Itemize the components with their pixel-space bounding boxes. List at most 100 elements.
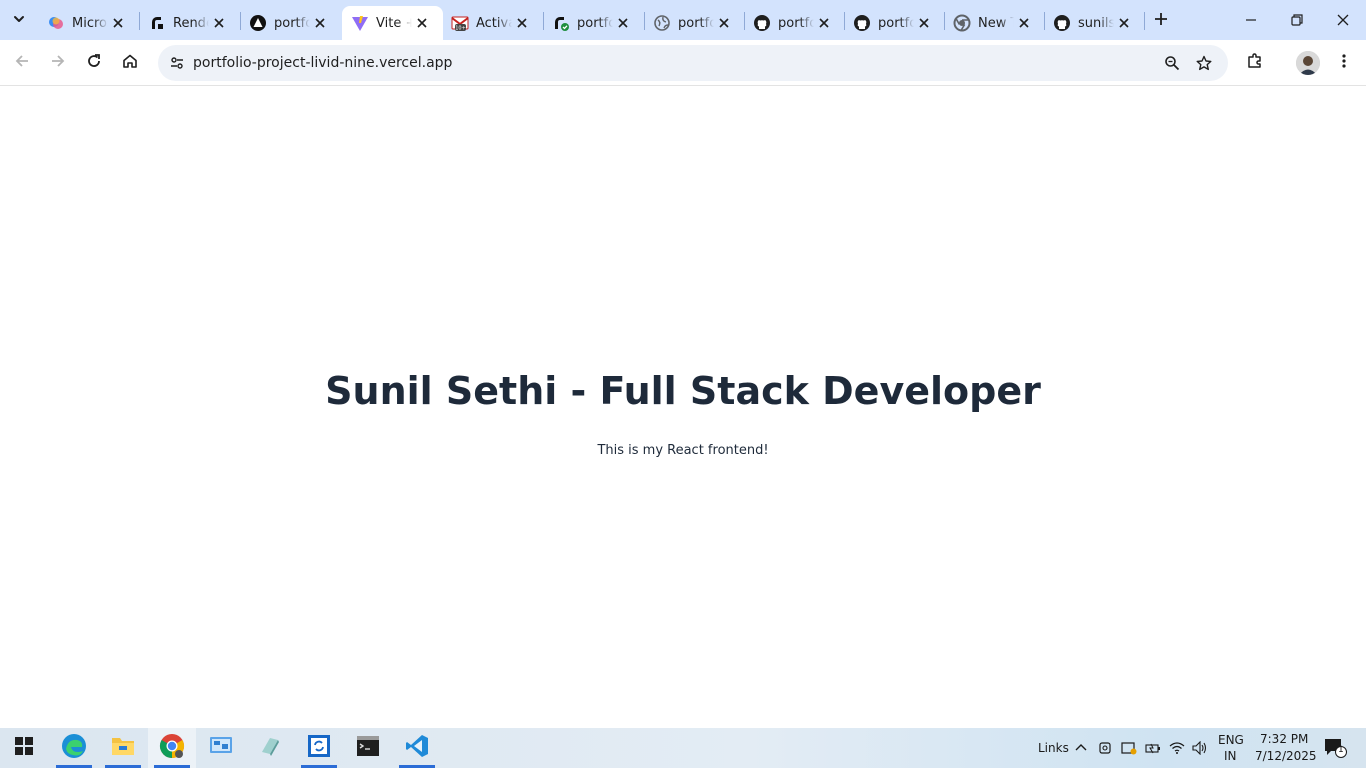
taskbar-chrome[interactable] bbox=[148, 728, 196, 768]
tab-title: Activate bbox=[476, 15, 512, 31]
close-window-button[interactable] bbox=[1320, 0, 1366, 40]
arrow-right-icon bbox=[50, 53, 66, 73]
site-info-icon[interactable] bbox=[164, 50, 190, 76]
battery-icon[interactable] bbox=[1143, 738, 1163, 758]
windows-logo-icon bbox=[15, 737, 33, 759]
profile-avatar[interactable] bbox=[1296, 51, 1320, 75]
close-icon[interactable] bbox=[1014, 13, 1034, 33]
tab[interactable]: 10+ Activate bbox=[442, 6, 543, 40]
browser-toolbar: portfolio-project-livid-nine.vercel.app bbox=[0, 40, 1366, 86]
minimize-button[interactable] bbox=[1228, 0, 1274, 40]
taskbar-vscode[interactable] bbox=[393, 728, 441, 768]
vscode-icon bbox=[405, 734, 429, 762]
notification-count: 1 bbox=[1338, 745, 1344, 755]
close-icon[interactable] bbox=[914, 13, 934, 33]
vercel-check-icon bbox=[552, 14, 570, 32]
close-icon[interactable] bbox=[512, 13, 532, 33]
chrome-icon bbox=[159, 733, 185, 763]
tab[interactable]: sunilsethi bbox=[1044, 6, 1145, 40]
github-icon bbox=[1053, 14, 1071, 32]
chevron-down-icon bbox=[12, 11, 26, 30]
menu-button[interactable] bbox=[1330, 49, 1358, 77]
back-button[interactable] bbox=[8, 49, 36, 77]
tab[interactable]: Render bbox=[139, 6, 240, 40]
clock-date[interactable]: 7/12/2025 bbox=[1255, 749, 1317, 763]
close-icon[interactable] bbox=[613, 13, 633, 33]
taskbar-app[interactable] bbox=[295, 728, 343, 768]
notepad-icon bbox=[258, 734, 282, 762]
reload-button[interactable] bbox=[80, 49, 108, 77]
tab-title: Render bbox=[173, 15, 209, 31]
arrow-left-icon bbox=[14, 53, 30, 73]
tab-title: Microsoft Copilot bbox=[72, 15, 108, 31]
chrome-icon bbox=[953, 14, 971, 32]
taskbar-control-panel[interactable] bbox=[197, 728, 245, 768]
meet-now-icon[interactable] bbox=[1095, 738, 1115, 758]
kebab-menu-icon bbox=[1336, 53, 1352, 73]
language-indicator[interactable]: ENG bbox=[1218, 733, 1244, 747]
tab-active[interactable]: Vite + React bbox=[342, 6, 443, 40]
wifi-icon[interactable] bbox=[1167, 738, 1187, 758]
taskbar-file-explorer[interactable] bbox=[99, 728, 147, 768]
tab[interactable]: New Tab bbox=[944, 6, 1045, 40]
tab[interactable]: portfolio bbox=[240, 6, 341, 40]
triangle-logo-icon bbox=[249, 14, 267, 32]
notification-center-icon[interactable]: 1 bbox=[1323, 737, 1347, 759]
terminal-icon bbox=[356, 735, 380, 761]
tab[interactable]: portfolio bbox=[644, 6, 745, 40]
address-bar[interactable]: portfolio-project-livid-nine.vercel.app bbox=[158, 45, 1228, 81]
control-panel-icon bbox=[209, 735, 233, 761]
tab-title: portfolio bbox=[274, 15, 310, 31]
plus-icon bbox=[1154, 11, 1168, 30]
tab-strip: Microsoft Copilot Render portfolio Vite … bbox=[0, 0, 1366, 40]
close-icon[interactable] bbox=[714, 13, 734, 33]
github-icon bbox=[753, 14, 771, 32]
taskbar-edge[interactable] bbox=[50, 728, 98, 768]
windows-taskbar: Links ENG IN 7:32 PM 7/12/2025 1 bbox=[0, 728, 1366, 768]
language-region[interactable]: IN bbox=[1224, 749, 1237, 763]
tab[interactable]: portfolio bbox=[844, 6, 945, 40]
page-subtext: This is my React frontend! bbox=[597, 443, 769, 458]
taskbar-terminal[interactable] bbox=[344, 728, 392, 768]
home-button[interactable] bbox=[116, 49, 144, 77]
close-icon[interactable] bbox=[209, 13, 229, 33]
close-icon[interactable] bbox=[108, 13, 128, 33]
bookmark-star-icon[interactable] bbox=[1191, 50, 1217, 76]
reload-icon bbox=[86, 53, 102, 73]
zoom-icon[interactable] bbox=[1159, 50, 1185, 76]
taskbar-app[interactable] bbox=[246, 728, 294, 768]
tab[interactable]: portfolio bbox=[744, 6, 845, 40]
render-icon bbox=[148, 14, 166, 32]
close-icon[interactable] bbox=[412, 13, 432, 33]
tab[interactable]: portfolio bbox=[543, 6, 644, 40]
globe-icon bbox=[653, 14, 671, 32]
close-icon[interactable] bbox=[1114, 13, 1134, 33]
url-text[interactable]: portfolio-project-livid-nine.vercel.app bbox=[193, 45, 452, 81]
tab-separator bbox=[1144, 12, 1145, 30]
close-icon[interactable] bbox=[814, 13, 834, 33]
tab-title: New Tab bbox=[978, 15, 1014, 31]
start-button[interactable] bbox=[0, 728, 48, 768]
page-content: Sunil Sethi - Full Stack Developer This … bbox=[0, 87, 1366, 728]
restore-button[interactable] bbox=[1274, 0, 1320, 40]
new-tab-button[interactable] bbox=[1150, 9, 1172, 31]
sync-app-icon bbox=[307, 734, 331, 762]
tab-title: portfolio bbox=[878, 15, 914, 31]
edge-icon bbox=[61, 733, 87, 763]
update-icon[interactable] bbox=[1119, 738, 1139, 758]
chevron-up-icon[interactable] bbox=[1071, 738, 1091, 758]
close-icon[interactable] bbox=[310, 13, 330, 33]
tab-title: portfolio bbox=[577, 15, 613, 31]
forward-button[interactable] bbox=[44, 49, 72, 77]
home-icon bbox=[122, 53, 138, 73]
puzzle-icon bbox=[1246, 52, 1264, 74]
tab-title: portfolio bbox=[678, 15, 714, 31]
tab[interactable]: Microsoft Copilot bbox=[38, 6, 139, 40]
volume-icon[interactable] bbox=[1190, 738, 1210, 758]
clock-time[interactable]: 7:32 PM bbox=[1260, 732, 1308, 746]
tab-search-button[interactable] bbox=[5, 6, 33, 34]
extensions-button[interactable] bbox=[1241, 49, 1269, 77]
toolbar-links[interactable]: Links bbox=[1038, 741, 1069, 755]
folder-icon bbox=[111, 735, 135, 761]
copilot-icon bbox=[47, 14, 65, 32]
